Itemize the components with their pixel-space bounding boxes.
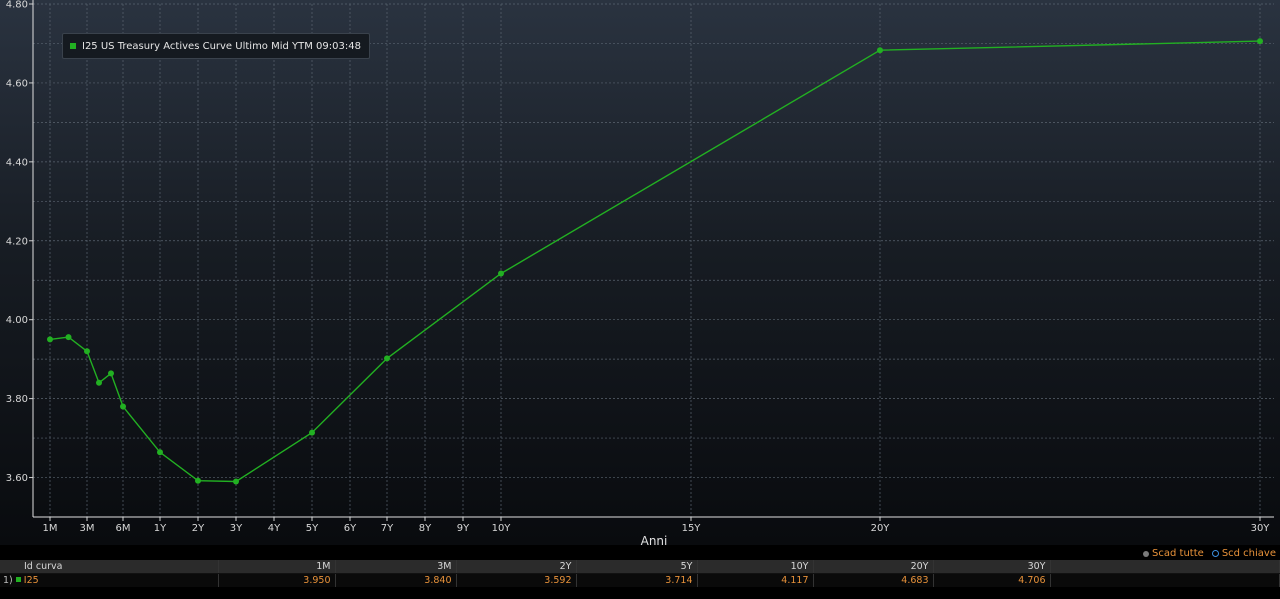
data-point [65,334,72,341]
yield-curve-chart: 3.60 3.80 4.00 4.20 4.40 4.60 4.80 1M 3M 6M 1Y 2Y 3Y… [0,0,1280,560]
cell-10y: 4.117 [697,573,814,587]
y-tick-label: 4.60 [6,78,28,89]
data-point [96,379,102,386]
cell-3m: 3.840 [335,573,457,587]
x-tick-label: 15Y [682,523,702,534]
cell-2y: 3.592 [456,573,577,587]
legend-series-label: I25 US Treasury Actives Curve Ultimo Mid… [82,40,361,52]
cell-5y: 3.714 [576,573,698,587]
header-col-5y: 5Y [576,560,698,574]
x-tick-label: 5Y [306,523,319,534]
series-line [49,40,1261,483]
x-tick-label: 6M [116,523,131,534]
x-tick-label: 20Y [871,523,891,534]
header-col-30y: 30Y [933,560,1051,574]
data-point [157,449,163,456]
x-tick-label: 3Y [230,523,243,534]
maturity-controls: Scad tutte Scd chiave [1143,548,1276,559]
x-tick-label: 3M [80,523,95,534]
y-tick-label: 4.20 [6,236,28,247]
table-row[interactable]: 1) I25 3.950 3.840 3.592 3.714 4.117 4.68… [0,573,1280,587]
header-col-1m: 1M [218,560,336,574]
x-tick-label: 6Y [344,523,357,534]
cell-20y: 4.683 [813,573,934,587]
data-point [877,47,883,54]
x-tick-label: 7Y [381,523,394,534]
data-point [84,348,90,355]
x-tick-label: 10Y [492,523,512,534]
legend-series-swatch [70,43,76,49]
scd-chiave-label: Scd chiave [1221,548,1276,559]
header-col-10y: 10Y [697,560,814,574]
x-tick-label: 4Y [268,523,281,534]
scad-tutte-toggle[interactable]: Scad tutte [1143,548,1204,559]
data-point [384,355,390,362]
y-tick-label: 4.40 [6,157,28,168]
row-curve-name: I25 [23,575,39,586]
y-tick-label: 4.80 [6,0,28,11]
table-header-row: Id curva 1M 3M 2Y 5Y 10Y 20Y 30Y [0,560,1280,574]
curve-data-panel: Scad tutte Scd chiave Id curva 1M 3M 2Y … [0,545,1280,599]
header-col-3m: 3M [335,560,457,574]
data-point [195,477,201,484]
scad-tutte-radio-icon [1143,550,1150,557]
data-point [108,370,114,377]
row-series-swatch [15,577,21,582]
header-id-curva: Id curva [0,560,219,574]
x-tick-label: 1Y [154,523,167,534]
cell-1m: 3.950 [218,573,336,587]
data-point [1257,38,1263,45]
row-curve-id: 1) I25 [0,573,219,587]
header-empty [1050,560,1280,574]
x-tick-label: 8Y [419,523,432,534]
header-col-20y: 20Y [813,560,934,574]
data-point [498,270,504,277]
data-point [120,403,126,410]
x-tick-label: 1M [43,523,58,534]
x-tick-label: 30Y [1251,523,1271,534]
cell-empty [1050,573,1280,587]
row-number: 1) [3,575,13,586]
y-tick-label: 4.00 [6,315,28,326]
chart-svg: 3.60 3.80 4.00 4.20 4.40 4.60 4.80 1M 3M 6M 1Y 2Y 3Y… [6,0,1274,548]
y-tick-label: 3.60 [6,473,28,484]
data-point [309,429,315,436]
chart-legend[interactable]: I25 US Treasury Actives Curve Ultimo Mid… [62,33,370,59]
scad-tutte-label: Scad tutte [1152,548,1204,559]
scd-chiave-radio-icon [1211,550,1219,557]
y-tick-label: 3.80 [6,394,28,405]
data-point [233,478,239,485]
x-tick-label: 9Y [457,523,470,534]
data-point [47,336,53,343]
x-tick-label: 2Y [192,523,205,534]
scd-chiave-toggle[interactable]: Scd chiave [1211,548,1276,559]
header-col-2y: 2Y [456,560,577,574]
curve-table: Id curva 1M 3M 2Y 5Y 10Y 20Y 30Y 1) I25 3… [0,560,1280,587]
cell-30y: 4.706 [933,573,1051,587]
